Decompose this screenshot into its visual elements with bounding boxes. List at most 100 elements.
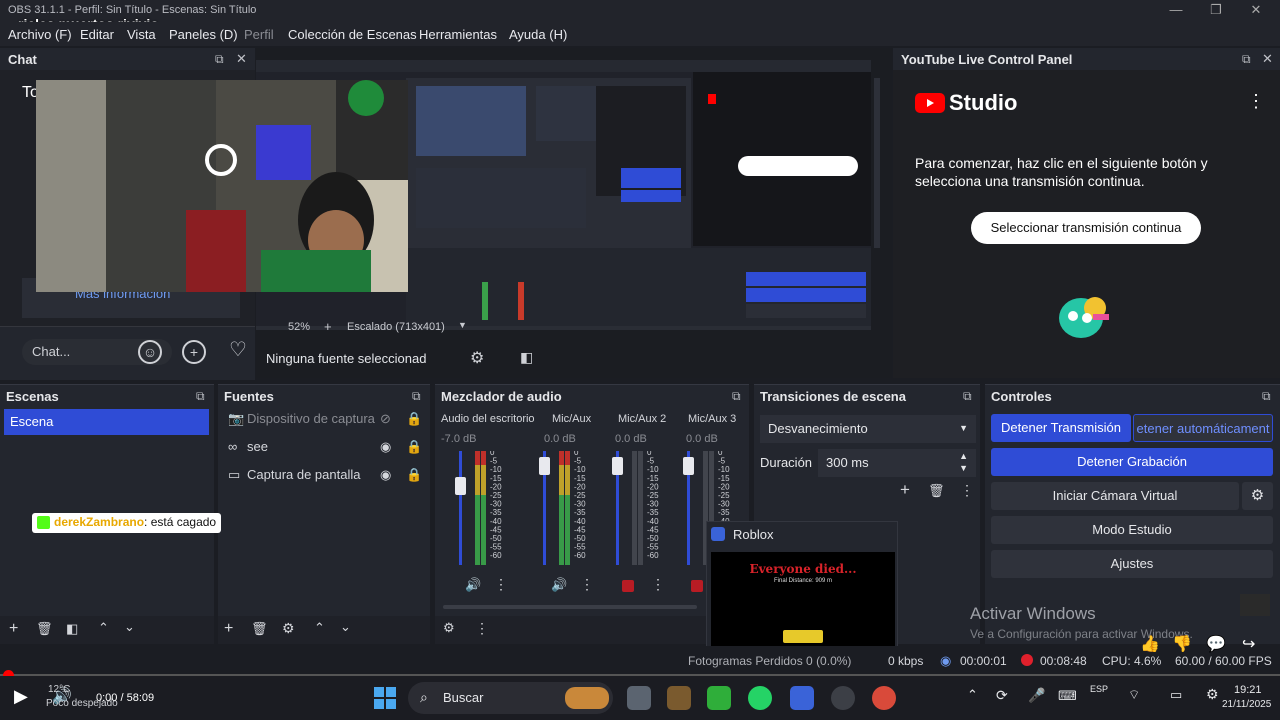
menu-file[interactable]: Archivo (F) [8,27,72,42]
mixer-scrollbar[interactable] [443,605,697,609]
float-icon[interactable]: ⧉ [1242,52,1251,67]
zoom-in-icon[interactable]: + [324,319,332,334]
settings-button[interactable]: Ajustes [991,550,1273,578]
float-icon[interactable]: ⧉ [412,389,421,404]
emoji-icon[interactable]: ☺ [138,340,162,364]
fader-knob[interactable] [612,457,623,475]
menu-scene-collection[interactable]: Colección de Escenas [288,27,417,42]
speaker-icon[interactable]: 🔊 [465,577,481,593]
lock-icon[interactable]: 🔒 [406,467,422,483]
fader-knob[interactable] [539,457,550,475]
eye-off-icon[interactable]: ⊘ [380,411,391,427]
menu-edit[interactable]: Editar [80,27,114,42]
gear-icon[interactable]: ⚙ [470,348,484,368]
chevron-up-icon[interactable]: ⌃ [967,687,978,703]
menu-tools[interactable]: Herramientas [419,27,497,42]
float-icon[interactable]: ⧉ [196,389,205,404]
windows-start-icon[interactable] [373,686,397,710]
more-vertical-icon[interactable]: ⋮ [475,620,489,637]
keyboard-icon[interactable]: ⌨ [1058,688,1077,704]
chevron-down-icon[interactable]: ⌄ [124,619,135,635]
obs-taskbar-icon[interactable] [831,686,855,710]
photos-app-icon[interactable] [627,686,651,710]
float-icon[interactable]: ⧉ [732,389,741,404]
share-icon[interactable]: ↪ [1242,634,1255,654]
muted-speaker-icon[interactable] [691,580,703,592]
close-icon[interactable]: ✕ [1262,51,1273,67]
source-item[interactable]: 📷 Dispositivo de captura ⊘ 🔒 [228,411,424,437]
muted-speaker-icon[interactable] [622,580,634,592]
chevron-up-icon[interactable]: ⌃ [314,620,325,636]
whatsapp-icon[interactable] [748,686,772,710]
dislike-icon[interactable]: 👎 [1172,634,1192,654]
mic-icon[interactable]: 🎤 [1028,687,1045,704]
float-icon[interactable]: ⧉ [1262,389,1271,404]
eye-icon[interactable]: ◉ [380,439,391,455]
more-vertical-icon[interactable]: ⋮ [651,576,665,593]
add-icon[interactable]: + [900,480,910,500]
chevron-up-icon[interactable]: ⌃ [98,620,109,636]
taskbar-search[interactable]: ⌕ Buscar [408,682,613,714]
maximize-button[interactable]: ❐ [1196,2,1236,20]
comment-icon[interactable]: 💬 [1206,634,1226,654]
stop-recording-button[interactable]: Detener Grabación [991,448,1273,476]
stop-stream-button[interactable]: Detener Transmisión [991,414,1131,442]
more-vertical-icon[interactable]: ⋮ [1247,92,1265,110]
lock-icon[interactable]: 🔒 [406,439,422,455]
chevron-up-icon[interactable]: ▲ [959,451,968,461]
menu-help[interactable]: Ayuda (H) [509,27,567,42]
speaker-icon[interactable]: 🔊 [551,577,567,593]
play-icon[interactable]: ▶ [14,686,28,707]
chevron-down-icon[interactable]: ⌄ [340,619,351,635]
trash-icon[interactable]: 🗑 [251,621,268,637]
fader-knob[interactable] [683,457,694,475]
trash-icon[interactable]: 🗑 [36,621,53,637]
lock-icon[interactable]: 🔒 [406,411,422,427]
wifi-icon[interactable]: ⌔ [1128,687,1140,703]
start-virtual-cam-button[interactable]: Iniciar Cámara Virtual [991,482,1239,510]
minimize-button[interactable]: — [1156,2,1196,20]
add-icon[interactable]: + [182,340,206,364]
gear-icon[interactable]: ⚙ [282,620,295,637]
source-item[interactable]: ▭ Captura de pantalla ◉ 🔒 [228,467,424,493]
studio-mode-button[interactable]: Modo Estudio [991,516,1273,544]
more-vertical-icon[interactable]: ⋮ [960,482,974,499]
chevron-down-icon[interactable]: ▼ [458,320,467,330]
like-icon[interactable]: 👍 [1140,634,1160,654]
duration-field[interactable]: 300 ms ▲ ▼ [818,449,976,477]
scene-item[interactable]: Escena [4,409,209,435]
filter-icon[interactable]: ◧ [66,621,78,637]
add-icon[interactable]: + [9,620,18,638]
chrome-taskbar-icon[interactable] [872,686,896,710]
trash-icon[interactable]: 🗑 [928,483,945,499]
float-icon[interactable]: ⧉ [963,389,972,404]
settings-icon[interactable]: ⚙ [1206,686,1219,703]
settings-icon[interactable]: ⚙ [443,620,455,636]
auto-stop-button[interactable]: etener automáticament [1133,414,1273,442]
creeper-app-icon[interactable] [707,686,731,710]
sync-icon[interactable]: ⟳ [996,687,1008,704]
more-vertical-icon[interactable]: ⋮ [494,576,508,593]
language-indicator[interactable]: ESP [1090,684,1108,694]
float-icon[interactable]: ⧉ [215,52,224,67]
battery-icon[interactable]: ▭ [1170,687,1182,703]
more-vertical-icon[interactable]: ⋮ [580,576,594,593]
fader-track[interactable] [459,451,462,565]
scale-label[interactable]: Escalado (713x401) [347,321,445,333]
filter-icon[interactable]: ◧ [520,349,533,366]
menu-view[interactable]: Vista [127,27,156,42]
chevron-down-icon[interactable]: ▼ [959,463,968,473]
roblox-taskbar-icon[interactable] [790,686,814,710]
close-icon[interactable]: ✕ [236,51,247,67]
add-icon[interactable]: + [224,620,233,638]
menu-docks[interactable]: Paneles (D) [169,27,238,42]
select-stream-button[interactable]: Seleccionar transmisión continua [971,212,1201,244]
eye-icon[interactable]: ◉ [380,467,391,483]
close-button[interactable]: ✕ [1236,2,1276,20]
minecraft-app-icon[interactable] [667,686,691,710]
gear-icon[interactable]: ⚙ [1242,482,1273,510]
transition-select[interactable]: Desvanecimiento ▼ [760,415,976,443]
menu-profile[interactable]: Perfil [244,27,274,42]
fader-knob[interactable] [455,477,466,495]
heart-icon[interactable]: ♡ [229,340,247,360]
